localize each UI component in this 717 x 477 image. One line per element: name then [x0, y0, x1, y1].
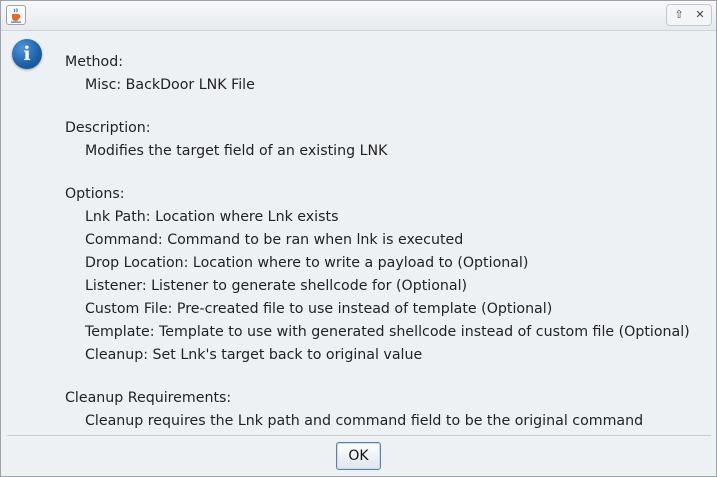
option-drop-location: Drop Location: Location where to write a…: [85, 255, 529, 271]
maximize-button[interactable]: ⇧: [668, 5, 690, 25]
description-value: Modifies the target field of an existing…: [85, 143, 388, 159]
maximize-icon: ⇧: [674, 8, 684, 21]
option-cleanup: Cleanup: Set Lnk's target back to origin…: [85, 347, 423, 363]
ok-button[interactable]: OK: [336, 442, 381, 470]
section-heading-cleanup-requirements: Cleanup Requirements:: [65, 390, 232, 406]
close-button[interactable]: ✕: [689, 5, 711, 25]
message-content: Method: Misc: BackDoor LNK File Descript…: [65, 51, 715, 433]
java-cup-icon: [6, 5, 26, 25]
option-command: Command: Command to be ran when lnk is e…: [85, 232, 464, 248]
title-buttons: ⇧ ✕: [666, 4, 712, 26]
section-heading-options: Options:: [65, 186, 125, 202]
option-listener: Listener: Listener to generate shellcode…: [85, 278, 468, 294]
option-lnk-path: Lnk Path: Location where Lnk exists: [85, 209, 339, 225]
cleanup-requirements-value: Cleanup requires the Lnk path and comman…: [85, 413, 644, 429]
close-icon: ✕: [695, 8, 705, 21]
option-custom-file: Custom File: Pre-created file to use ins…: [85, 301, 553, 317]
section-heading-description: Description:: [65, 120, 151, 136]
separator: [7, 435, 711, 436]
title-bar[interactable]: ⇧ ✕: [1, 1, 716, 31]
method-value: Misc: BackDoor LNK File: [85, 77, 255, 93]
section-heading-method: Method:: [65, 54, 123, 70]
message-dialog: ⇧ ✕ i Method: Misc: BackDoor LNK File De…: [0, 0, 717, 477]
info-icon: i: [12, 39, 42, 69]
option-template: Template: Template to use with generated…: [85, 324, 690, 340]
